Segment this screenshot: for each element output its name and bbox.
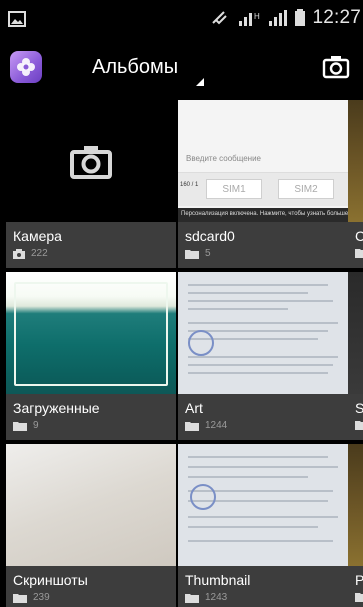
mute-icon — [212, 11, 228, 25]
album-label: Загруженные 9 — [6, 394, 176, 440]
album-label: С — [348, 222, 363, 268]
album-thumbnail — [6, 272, 176, 394]
album-name: С — [355, 228, 363, 244]
folder-icon — [185, 421, 199, 431]
folder-icon — [355, 249, 363, 258]
preview-counter: 160 / 1 — [180, 182, 199, 188]
preview-sim2-button: SIM2 — [278, 179, 334, 199]
album-name: Скриншоты — [13, 572, 88, 588]
album-name: Art — [185, 400, 203, 416]
album-label: sdcard0 5 — [178, 222, 348, 268]
gallery-app-icon[interactable] — [10, 51, 42, 83]
album-label: Thumbnail 1243 — [178, 566, 348, 607]
folder-icon — [355, 593, 363, 602]
gallery-notification-icon — [8, 11, 26, 32]
albums-dropdown-title[interactable]: Альбомы — [92, 56, 178, 79]
folder-icon — [355, 421, 363, 430]
albums-grid: Камера 222 Введите сообщение SIM1 SIM2 1… — [0, 96, 363, 607]
album-tile-camera[interactable]: Камера 222 — [6, 100, 176, 268]
album-label: Скриншоты 239 — [6, 566, 176, 607]
album-thumbnail — [348, 444, 363, 566]
album-name: Загруженные — [13, 400, 100, 416]
album-name: Thumbnail — [185, 572, 251, 588]
folder-icon — [185, 593, 199, 603]
album-name: S — [355, 400, 363, 416]
album-count: 222 — [31, 248, 48, 259]
dropdown-caret-icon — [196, 78, 204, 86]
album-name: Камера — [13, 228, 62, 244]
album-thumbnail — [348, 100, 363, 222]
clock: 12:27 — [312, 7, 361, 28]
album-tile-screenshots[interactable]: Скриншоты 239 — [6, 444, 176, 607]
album-count: 5 — [205, 248, 211, 259]
battery-icon — [295, 9, 306, 26]
album-tile-partial-1[interactable]: С — [348, 100, 363, 268]
camera-icon — [322, 56, 350, 79]
album-thumbnail: Введите сообщение SIM1 SIM2 160 / 1 Перс… — [178, 100, 348, 222]
signal-icon: H — [239, 12, 260, 26]
album-thumbnail — [178, 272, 348, 394]
album-count: 1244 — [205, 420, 228, 431]
preview-sim1-button: SIM1 — [206, 179, 262, 199]
camera-button[interactable] — [321, 52, 351, 82]
folder-icon — [185, 249, 199, 259]
album-count: 9 — [33, 420, 39, 431]
album-tile-art[interactable]: Art 1244 — [178, 272, 348, 440]
album-thumbnail — [6, 444, 176, 566]
album-tile-thumbnail[interactable]: Thumbnail 1243 — [178, 444, 348, 607]
album-count: 1243 — [205, 592, 228, 603]
album-thumbnail — [348, 272, 363, 394]
action-bar: Альбомы — [0, 38, 363, 96]
album-count: 239 — [33, 592, 50, 603]
album-label: S — [348, 394, 363, 440]
svg-text:H: H — [254, 12, 260, 21]
status-bar: H 12:27 — [0, 0, 363, 38]
album-tile-downloads[interactable]: Загруженные 9 — [6, 272, 176, 440]
camera-icon — [13, 248, 25, 259]
album-thumbnail — [178, 444, 348, 566]
album-label: Камера 222 — [6, 222, 176, 268]
album-label: Art 1244 — [178, 394, 348, 440]
preview-note: Персонализация включена. Нажмите, чтобы … — [178, 208, 348, 222]
signal-icon-2 — [269, 10, 288, 26]
album-label: P — [348, 566, 363, 607]
camera-icon — [70, 146, 112, 179]
album-tile-partial-2[interactable]: S — [348, 272, 363, 440]
folder-icon — [13, 421, 27, 431]
status-icons: H 12:27 — [210, 7, 361, 29]
album-tile-partial-3[interactable]: P — [348, 444, 363, 607]
album-name: P — [355, 572, 363, 588]
album-thumbnail — [6, 100, 176, 222]
album-name: sdcard0 — [185, 228, 235, 244]
album-tile-sdcard0[interactable]: Введите сообщение SIM1 SIM2 160 / 1 Перс… — [178, 100, 348, 268]
preview-message-input: Введите сообщение — [186, 154, 261, 163]
folder-icon — [13, 593, 27, 603]
